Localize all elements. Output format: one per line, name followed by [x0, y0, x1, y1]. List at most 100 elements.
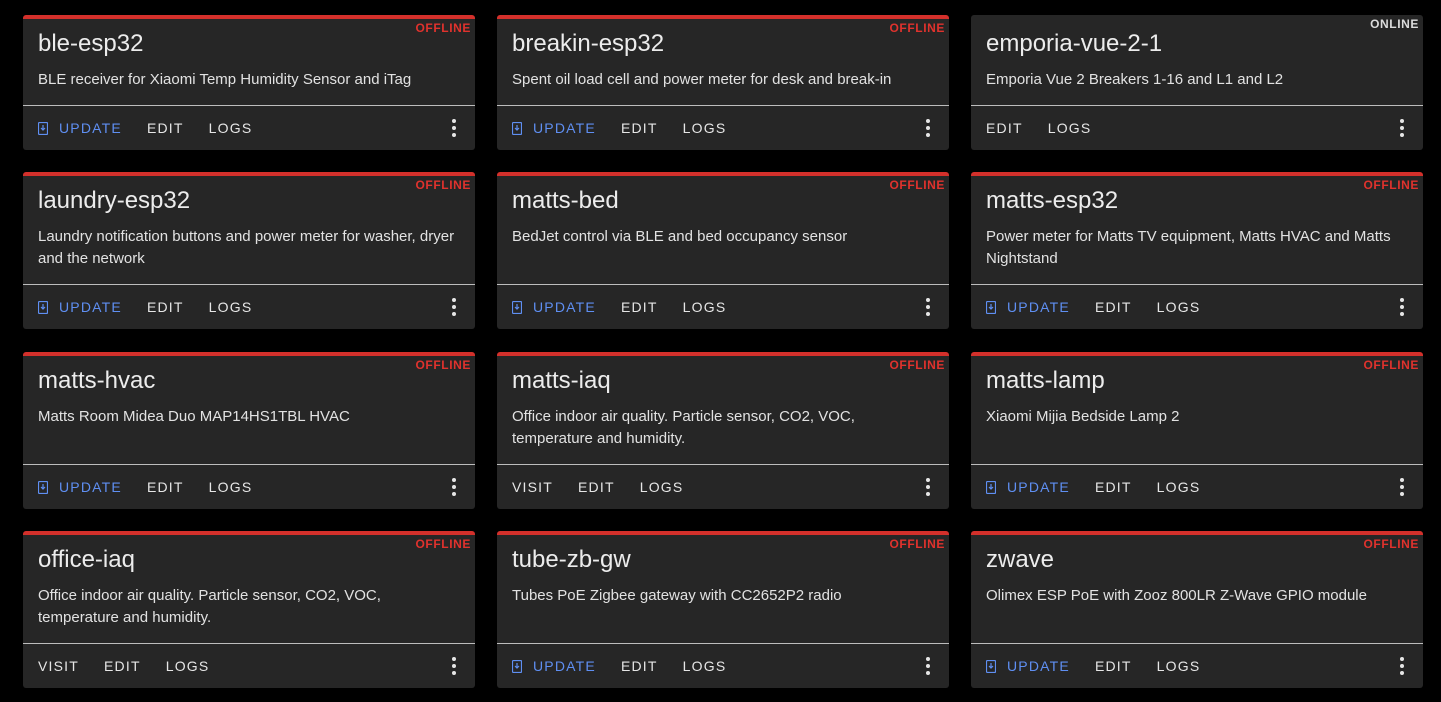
- more-vertical-icon[interactable]: [448, 118, 460, 138]
- device-card-laundry-esp32: OFFLINE laundry-esp32 Laundry notificati…: [23, 172, 475, 329]
- more-vertical-icon[interactable]: [922, 297, 934, 317]
- update-button[interactable]: UPDATE: [986, 299, 1070, 315]
- logs-button[interactable]: LOGS: [1048, 120, 1092, 136]
- update-label: UPDATE: [1007, 479, 1070, 495]
- logs-button[interactable]: LOGS: [209, 299, 253, 315]
- update-button[interactable]: UPDATE: [38, 120, 122, 136]
- visit-button[interactable]: VISIT: [512, 479, 553, 495]
- device-card-tube-zb-gw: OFFLINE tube-zb-gw Tubes PoE Zigbee gate…: [497, 531, 949, 688]
- edit-button[interactable]: EDIT: [986, 120, 1023, 136]
- status-badge: OFFLINE: [1363, 358, 1419, 372]
- more-vertical-icon[interactable]: [1396, 656, 1408, 676]
- card-body: OFFLINE laundry-esp32 Laundry notificati…: [23, 176, 475, 284]
- more-vertical-icon[interactable]: [448, 656, 460, 676]
- card-body: OFFLINE matts-lamp Xiaomi Mijia Bedside …: [971, 356, 1423, 464]
- device-description: Tubes PoE Zigbee gateway with CC2652P2 r…: [512, 587, 842, 604]
- logs-button[interactable]: LOGS: [1157, 658, 1201, 674]
- device-name: matts-lamp: [986, 367, 1105, 394]
- status-badge: OFFLINE: [415, 178, 471, 192]
- card-actions: UPDATE EDIT LOGS: [971, 284, 1423, 329]
- edit-button[interactable]: EDIT: [104, 658, 141, 674]
- status-badge: OFFLINE: [889, 21, 945, 35]
- card-actions: UPDATE EDIT LOGS: [23, 105, 475, 150]
- device-card-matts-iaq: OFFLINE matts-iaq Office indoor air qual…: [497, 352, 949, 509]
- update-button[interactable]: UPDATE: [986, 479, 1070, 495]
- update-button[interactable]: UPDATE: [512, 658, 596, 674]
- more-vertical-icon[interactable]: [448, 297, 460, 317]
- device-description: Power meter for Matts TV equipment, Matt…: [986, 228, 1391, 267]
- status-badge: OFFLINE: [1363, 178, 1419, 192]
- device-card-ble-esp32: OFFLINE ble-esp32 BLE receiver for Xiaom…: [23, 15, 475, 150]
- edit-button[interactable]: EDIT: [147, 479, 184, 495]
- update-button[interactable]: UPDATE: [38, 299, 122, 315]
- more-vertical-icon[interactable]: [922, 656, 934, 676]
- status-badge: OFFLINE: [889, 358, 945, 372]
- more-vertical-icon[interactable]: [1396, 297, 1408, 317]
- card-actions: UPDATE EDIT LOGS: [23, 284, 475, 329]
- status-badge: OFFLINE: [415, 358, 471, 372]
- update-button[interactable]: UPDATE: [986, 658, 1070, 674]
- edit-button[interactable]: EDIT: [621, 299, 658, 315]
- card-actions: VISIT EDIT LOGS: [497, 464, 949, 509]
- edit-button[interactable]: EDIT: [1095, 299, 1132, 315]
- more-vertical-icon[interactable]: [1396, 118, 1408, 138]
- edit-button[interactable]: EDIT: [621, 120, 658, 136]
- card-body: OFFLINE matts-iaq Office indoor air qual…: [497, 356, 949, 464]
- device-name: tube-zb-gw: [512, 546, 631, 573]
- logs-button[interactable]: LOGS: [640, 479, 684, 495]
- device-name: emporia-vue-2-1: [986, 30, 1163, 57]
- card-actions: VISIT EDIT LOGS: [23, 643, 475, 688]
- edit-button[interactable]: EDIT: [1095, 658, 1132, 674]
- card-body: ONLINE emporia-vue-2-1 Emporia Vue 2 Bre…: [971, 15, 1423, 105]
- more-vertical-icon[interactable]: [922, 477, 934, 497]
- device-name: laundry-esp32: [38, 187, 191, 214]
- status-badge: OFFLINE: [1363, 537, 1419, 551]
- update-button[interactable]: UPDATE: [512, 299, 596, 315]
- logs-button[interactable]: LOGS: [683, 120, 727, 136]
- update-button[interactable]: UPDATE: [38, 479, 122, 495]
- card-actions: UPDATE EDIT LOGS: [497, 284, 949, 329]
- device-description: BLE receiver for Xiaomi Temp Humidity Se…: [38, 71, 412, 88]
- update-button[interactable]: UPDATE: [512, 120, 596, 136]
- device-description: Office indoor air quality. Particle sens…: [38, 587, 381, 626]
- update-device-icon: [38, 300, 48, 314]
- update-label: UPDATE: [1007, 658, 1070, 674]
- update-device-icon: [986, 480, 996, 494]
- status-badge: ONLINE: [1370, 17, 1419, 31]
- device-name: zwave: [986, 546, 1055, 573]
- update-label: UPDATE: [59, 479, 122, 495]
- device-card-matts-hvac: OFFLINE matts-hvac Matts Room Midea Duo …: [23, 352, 475, 509]
- edit-button[interactable]: EDIT: [147, 299, 184, 315]
- status-badge: OFFLINE: [415, 537, 471, 551]
- card-actions: UPDATE EDIT LOGS: [497, 105, 949, 150]
- logs-button[interactable]: LOGS: [166, 658, 210, 674]
- more-vertical-icon[interactable]: [922, 118, 934, 138]
- logs-button[interactable]: LOGS: [683, 658, 727, 674]
- device-card-matts-bed: OFFLINE matts-bed BedJet control via BLE…: [497, 172, 949, 329]
- logs-button[interactable]: LOGS: [1157, 299, 1201, 315]
- device-card-matts-esp32: OFFLINE matts-esp32 Power meter for Matt…: [971, 172, 1423, 329]
- update-device-icon: [512, 659, 522, 673]
- visit-button[interactable]: VISIT: [38, 658, 79, 674]
- device-card-emporia-vue-2-1: ONLINE emporia-vue-2-1 Emporia Vue 2 Bre…: [971, 15, 1423, 150]
- update-device-icon: [986, 300, 996, 314]
- update-label: UPDATE: [59, 299, 122, 315]
- edit-button[interactable]: EDIT: [578, 479, 615, 495]
- more-vertical-icon[interactable]: [448, 477, 460, 497]
- card-actions: UPDATE EDIT LOGS: [23, 464, 475, 509]
- device-description: Olimex ESP PoE with Zooz 800LR Z-Wave GP…: [986, 587, 1367, 604]
- card-body: OFFLINE matts-bed BedJet control via BLE…: [497, 176, 949, 284]
- device-description: Laundry notification buttons and power m…: [38, 228, 455, 267]
- edit-button[interactable]: EDIT: [147, 120, 184, 136]
- logs-button[interactable]: LOGS: [209, 120, 253, 136]
- logs-button[interactable]: LOGS: [683, 299, 727, 315]
- more-vertical-icon[interactable]: [1396, 477, 1408, 497]
- card-body: OFFLINE office-iaq Office indoor air qua…: [23, 535, 475, 643]
- device-description: Matts Room Midea Duo MAP14HS1TBL HVAC: [38, 408, 350, 425]
- logs-button[interactable]: LOGS: [209, 479, 253, 495]
- device-description: BedJet control via BLE and bed occupancy…: [512, 228, 848, 245]
- edit-button[interactable]: EDIT: [621, 658, 658, 674]
- edit-button[interactable]: EDIT: [1095, 479, 1132, 495]
- logs-button[interactable]: LOGS: [1157, 479, 1201, 495]
- update-device-icon: [38, 480, 48, 494]
